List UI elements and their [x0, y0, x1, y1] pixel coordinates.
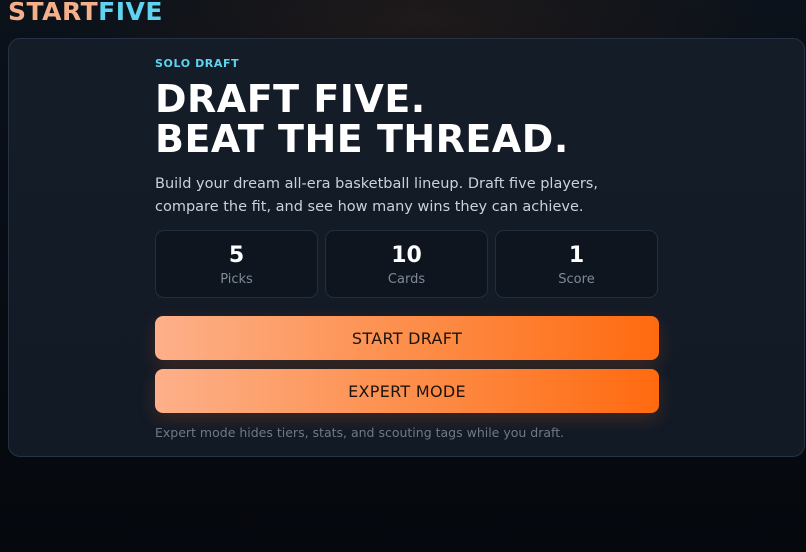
draft-intro-panel: SOLO DRAFT DRAFT FIVE. BEAT THE THREAD. … [8, 38, 805, 457]
stat-label: Cards [387, 272, 426, 287]
headline-line-1: DRAFT FIVE. [155, 77, 426, 121]
brand-logo-five: FIVE [98, 0, 163, 26]
headline-line-2: BEAT THE THREAD. [155, 117, 569, 161]
stat-value: 1 [568, 243, 585, 268]
stat-card-cards: 10 Cards [325, 230, 488, 298]
stat-card-score: 1 Score [495, 230, 658, 298]
hero-description: Build your dream all-era basketball line… [155, 176, 598, 215]
stat-value: 5 [228, 243, 245, 268]
mode-eyebrow: SOLO DRAFT [155, 57, 240, 70]
start-draft-button[interactable]: START DRAFT [155, 316, 659, 360]
stat-label: Picks [220, 272, 253, 287]
stat-label: Score [558, 272, 595, 287]
stat-value: 10 [391, 243, 422, 268]
expert-mode-note: Expert mode hides tiers, stats, and scou… [155, 425, 565, 440]
brand-logo-start: START [8, 0, 99, 26]
stat-card-picks: 5 Picks [155, 230, 318, 298]
brand-logo[interactable]: STARTFIVE [8, 0, 163, 26]
hero-headline: DRAFT FIVE. BEAT THE THREAD. [155, 79, 675, 159]
stats-row: 5 Picks 10 Cards 1 Score [155, 230, 659, 298]
expert-mode-button[interactable]: EXPERT MODE [155, 369, 659, 413]
